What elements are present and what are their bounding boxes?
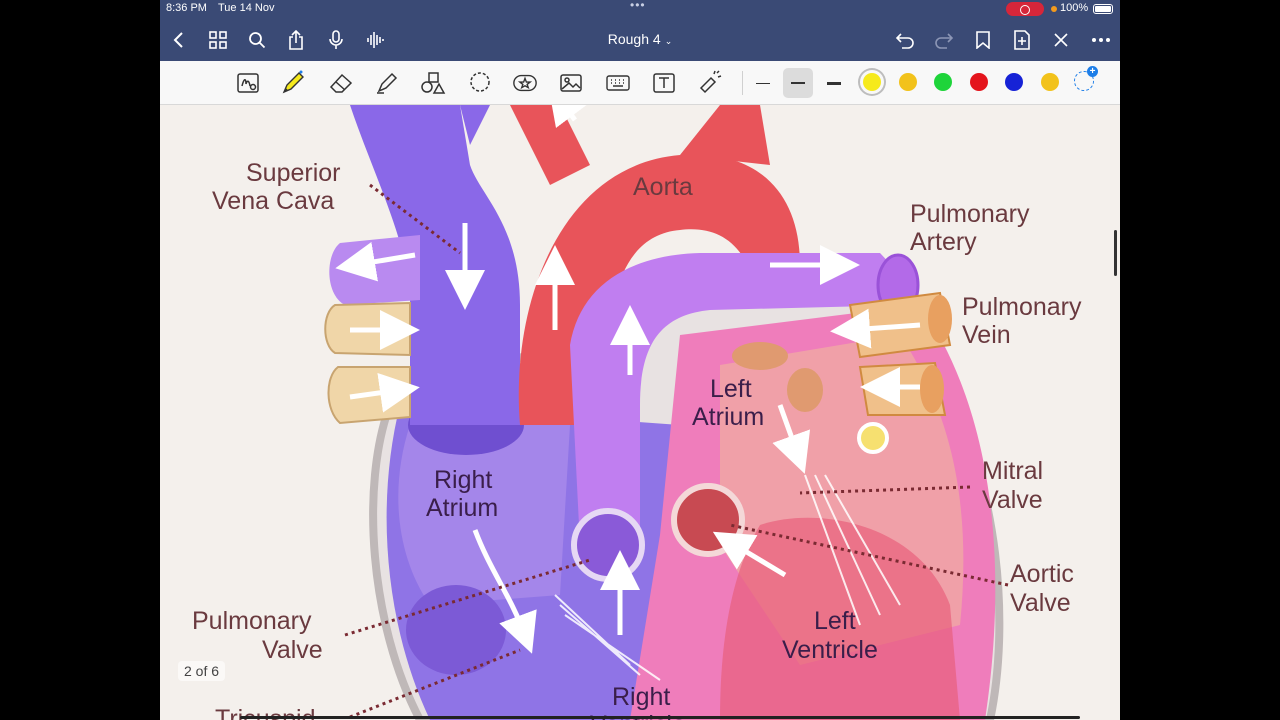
label-left-ventricle-1: Left: [814, 607, 856, 635]
shapes-icon[interactable]: [420, 70, 446, 96]
label-pulmonary-valve-2: Valve: [262, 636, 323, 664]
laser-pointer-icon[interactable]: [697, 70, 723, 96]
label-left-ventricle-2: Ventricle: [782, 636, 878, 664]
node-marker: [857, 422, 889, 454]
pen-icon[interactable]: [280, 70, 306, 96]
notebook-page[interactable]: Superior Vena Cava Aorta Pulmonary Arter…: [160, 105, 1120, 720]
label-pulmonary-artery-2: Artery: [910, 228, 977, 256]
color-swatch[interactable]: [1005, 73, 1023, 91]
keyboard-icon[interactable]: [605, 70, 631, 96]
scrollbar[interactable]: [1114, 230, 1117, 276]
lasso-handwriting-icon[interactable]: [235, 70, 261, 96]
add-page-icon[interactable]: [1010, 28, 1034, 52]
inferior-opening: [406, 585, 506, 675]
mitral-leaflet-2: [787, 368, 823, 412]
label-pulmonary-vein-2: Vein: [962, 321, 1011, 349]
battery-icon: [1093, 4, 1113, 14]
color-swatch[interactable]: [1040, 73, 1059, 91]
page-indicator: 2 of 6: [178, 661, 226, 681]
stroke-thick-option[interactable]: [819, 68, 849, 98]
label-left-atrium-2: Atrium: [692, 403, 764, 431]
mitral-leaflet-1: [732, 342, 788, 370]
color-swatch[interactable]: [863, 73, 881, 91]
sticker-icon[interactable]: [512, 70, 538, 96]
label-aortic: Aortic: [1010, 560, 1074, 588]
status-date: Tue 14 Nov: [218, 2, 275, 14]
screen-recording-icon: [1006, 2, 1044, 16]
label-left-atrium-1: Left: [710, 375, 752, 403]
label-superior: Superior: [246, 159, 341, 187]
label-right-atrium-2: Atrium: [426, 494, 498, 522]
status-bar: 8:36 PM Tue 14 Nov ••• 100%: [160, 0, 1120, 18]
bookmark-icon[interactable]: [971, 28, 995, 52]
label-pulmonary-valve-1: Pulmonary: [192, 607, 312, 635]
ipad-screen: 8:36 PM Tue 14 Nov ••• 100% Rough 4 ⌄ + …: [160, 0, 1120, 720]
text-box-icon[interactable]: [651, 70, 677, 96]
stroke-medium-option[interactable]: [783, 68, 813, 98]
chevron-down-icon: ⌄: [664, 36, 673, 46]
label-pulmonary-artery-1: Pulmonary: [910, 200, 1030, 228]
label-mitral: Mitral: [982, 457, 1043, 485]
lasso-icon[interactable]: [467, 70, 493, 96]
label-right-ventricle-1: Right: [612, 683, 670, 711]
eraser-icon[interactable]: [328, 70, 354, 96]
toolbar-divider: [742, 71, 743, 95]
close-icon[interactable]: [1049, 28, 1073, 52]
pulmonary-vein-right-lower-end: [920, 365, 944, 413]
drawing-toolbar: [160, 61, 1120, 105]
privacy-indicator-icon: [1051, 6, 1057, 12]
label-right-atrium-1: Right: [434, 466, 492, 494]
pulmonary-valve: [571, 508, 645, 582]
undo-icon[interactable]: [893, 28, 917, 52]
label-aorta: Aorta: [633, 173, 693, 201]
heart-diagram: Superior Vena Cava Aorta Pulmonary Arter…: [160, 105, 1120, 720]
document-title-text: Rough 4: [607, 31, 661, 47]
status-time: 8:36 PM: [166, 2, 207, 14]
stroke-thin-option[interactable]: [748, 68, 778, 98]
color-swatch[interactable]: [934, 73, 952, 91]
home-indicator[interactable]: [240, 716, 1080, 719]
highlighter-icon[interactable]: [374, 70, 400, 96]
redo-icon[interactable]: [932, 28, 956, 52]
left-pulmonary-branch: [329, 235, 420, 305]
add-color-icon[interactable]: [1074, 66, 1098, 91]
color-swatch[interactable]: [969, 73, 988, 91]
color-swatch[interactable]: [898, 73, 917, 91]
label-pulmonary-vein-1: Pulmonary: [962, 293, 1082, 321]
pulmonary-vein-right-upper-end: [928, 295, 952, 343]
multitask-dots-icon[interactable]: •••: [630, 0, 646, 12]
label-vena-cava: Vena Cava: [212, 187, 334, 215]
more-icon[interactable]: [1089, 28, 1113, 52]
label-aortic-valve: Valve: [1010, 589, 1071, 617]
navigation-bar: Rough 4 ⌄: [160, 18, 1120, 61]
label-mitral-valve: Valve: [982, 486, 1043, 514]
battery-percent: 100%: [1060, 2, 1089, 14]
image-icon[interactable]: [558, 70, 584, 96]
